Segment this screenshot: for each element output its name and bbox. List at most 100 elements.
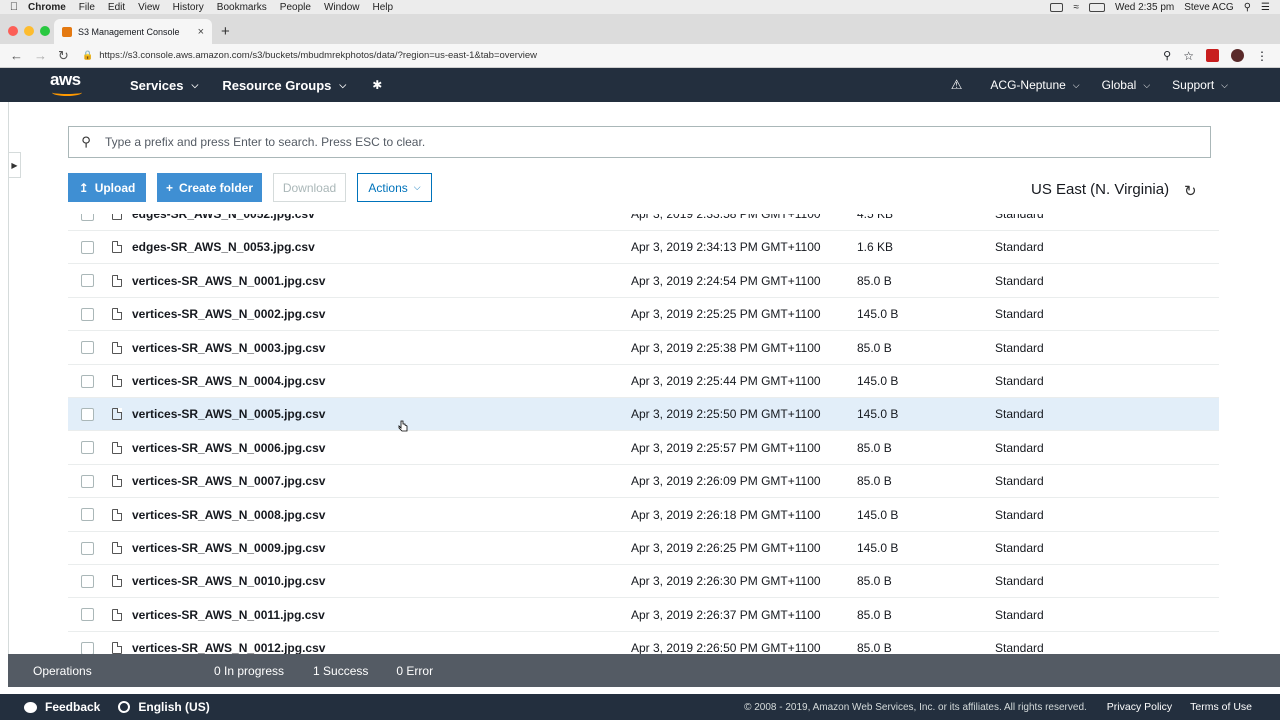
- refresh-icon[interactable]: ↻: [1184, 182, 1197, 200]
- prefix-search-input[interactable]: [103, 135, 1210, 149]
- terms-of-use-link[interactable]: Terms of Use: [1190, 701, 1252, 713]
- table-row[interactable]: vertices-SR_AWS_N_0009.jpg.csv Apr 3, 201…: [68, 532, 1219, 565]
- row-checkbox[interactable]: [81, 274, 94, 288]
- close-tab-icon[interactable]: ×: [198, 26, 204, 38]
- extension-icon[interactable]: [1206, 49, 1219, 62]
- file-name-link[interactable]: vertices-SR_AWS_N_0010.jpg.csv: [132, 574, 325, 588]
- file-name-link[interactable]: vertices-SR_AWS_N_0009.jpg.csv: [132, 541, 325, 555]
- table-row[interactable]: vertices-SR_AWS_N_0004.jpg.csv Apr 3, 201…: [68, 365, 1219, 398]
- operations-label[interactable]: Operations: [33, 664, 214, 678]
- new-tab-icon[interactable]: +: [221, 23, 230, 40]
- file-name-link[interactable]: vertices-SR_AWS_N_0008.jpg.csv: [132, 508, 325, 522]
- row-checkbox[interactable]: [81, 608, 94, 622]
- menubar-user[interactable]: Steve ACG: [1184, 2, 1233, 13]
- file-name-link[interactable]: edges-SR_AWS_N_0052.jpg.csv: [132, 214, 315, 221]
- notification-center-icon[interactable]: ☰: [1261, 2, 1270, 13]
- table-row[interactable]: vertices-SR_AWS_N_0005.jpg.csv Apr 3, 201…: [68, 398, 1219, 432]
- menu-view[interactable]: View: [138, 2, 160, 13]
- forward-arrow-icon[interactable]: →: [34, 48, 48, 63]
- wifi-icon[interactable]: ≈: [1073, 2, 1079, 13]
- file-name-link[interactable]: vertices-SR_AWS_N_0004.jpg.csv: [132, 374, 325, 388]
- row-checkbox[interactable]: [81, 474, 94, 488]
- zoom-window-icon[interactable]: [40, 26, 50, 36]
- row-checkbox[interactable]: [81, 341, 94, 355]
- browser-tab[interactable]: S3 Management Console ×: [54, 19, 212, 44]
- file-name-link[interactable]: vertices-SR_AWS_N_0007.jpg.csv: [132, 474, 325, 488]
- chevron-down-icon: ⌵: [1143, 79, 1151, 90]
- region-menu[interactable]: Global ⌵: [1102, 78, 1151, 92]
- pin-icon[interactable]: ✱: [372, 78, 382, 92]
- row-checkbox[interactable]: [81, 307, 94, 321]
- battery-icon[interactable]: [1088, 2, 1105, 12]
- expand-drawer-icon[interactable]: ▶: [9, 152, 21, 178]
- file-name-link[interactable]: vertices-SR_AWS_N_0012.jpg.csv: [132, 641, 325, 654]
- aws-logo[interactable]: aws: [50, 71, 86, 99]
- account-menu[interactable]: ACG-Neptune ⌵: [990, 78, 1079, 92]
- table-row[interactable]: edges-SR_AWS_N_0053.jpg.csv Apr 3, 2019 2…: [68, 231, 1219, 265]
- menu-file[interactable]: File: [79, 2, 95, 13]
- file-name-link[interactable]: vertices-SR_AWS_N_0005.jpg.csv: [132, 407, 325, 421]
- operations-error[interactable]: 0 Error: [396, 664, 433, 678]
- table-row[interactable]: vertices-SR_AWS_N_0001.jpg.csv Apr 3, 201…: [68, 265, 1219, 298]
- bell-icon[interactable]: ⚠: [951, 77, 963, 93]
- apple-menu-icon[interactable]: : [0, 1, 28, 13]
- table-row[interactable]: vertices-SR_AWS_N_0007.jpg.csv Apr 3, 201…: [68, 465, 1219, 499]
- menu-edit[interactable]: Edit: [108, 2, 125, 13]
- table-row[interactable]: edges-SR_AWS_N_0052.jpg.csv Apr 3, 2019 2…: [68, 214, 1219, 231]
- menu-app-name[interactable]: Chrome: [28, 2, 66, 13]
- table-row[interactable]: vertices-SR_AWS_N_0011.jpg.csv Apr 3, 201…: [68, 599, 1219, 632]
- menu-window[interactable]: Window: [324, 2, 360, 13]
- row-checkbox[interactable]: [81, 407, 94, 421]
- bookmark-star-icon[interactable]: ☆: [1183, 49, 1194, 63]
- close-window-icon[interactable]: [8, 26, 18, 36]
- screen-icon[interactable]: [1050, 2, 1064, 12]
- file-name-link[interactable]: edges-SR_AWS_N_0053.jpg.csv: [132, 240, 315, 254]
- minimize-window-icon[interactable]: [24, 26, 34, 36]
- profile-avatar[interactable]: [1231, 49, 1244, 62]
- back-arrow-icon[interactable]: ←: [10, 48, 24, 63]
- reload-icon[interactable]: ↻: [58, 48, 72, 64]
- file-name-link[interactable]: vertices-SR_AWS_N_0011.jpg.csv: [132, 608, 325, 622]
- resource-groups-menu[interactable]: Resource Groups ⌵: [222, 78, 346, 93]
- file-name-link[interactable]: vertices-SR_AWS_N_0006.jpg.csv: [132, 441, 325, 455]
- menu-people[interactable]: People: [280, 2, 311, 13]
- lock-icon[interactable]: 🔒: [82, 50, 93, 61]
- support-menu[interactable]: Support ⌵: [1172, 78, 1228, 92]
- operations-success[interactable]: 1 Success: [313, 664, 368, 678]
- file-name-link[interactable]: vertices-SR_AWS_N_0002.jpg.csv: [132, 307, 325, 321]
- row-checkbox[interactable]: [81, 214, 94, 221]
- download-button[interactable]: Download: [273, 173, 346, 202]
- table-row[interactable]: vertices-SR_AWS_N_0010.jpg.csv Apr 3, 201…: [68, 565, 1219, 599]
- create-folder-button[interactable]: + Create folder: [157, 173, 262, 202]
- services-menu[interactable]: Services ⌵: [130, 78, 198, 93]
- row-checkbox[interactable]: [81, 541, 94, 555]
- actions-dropdown[interactable]: Actions ⌵: [357, 173, 432, 202]
- privacy-policy-link[interactable]: Privacy Policy: [1107, 701, 1172, 713]
- address-bar-url[interactable]: https://s3.console.aws.amazon.com/s3/buc…: [99, 50, 537, 61]
- menubar-clock[interactable]: Wed 2:35 pm: [1115, 2, 1174, 13]
- chrome-menu-icon[interactable]: ⋮: [1256, 49, 1268, 63]
- file-name-link[interactable]: vertices-SR_AWS_N_0003.jpg.csv: [132, 341, 325, 355]
- menu-bookmarks[interactable]: Bookmarks: [217, 2, 267, 13]
- row-checkbox[interactable]: [81, 508, 94, 522]
- language-selector[interactable]: English (US): [118, 700, 210, 714]
- operations-bar[interactable]: Operations 0 In progress 1 Success 0 Err…: [8, 654, 1280, 687]
- feedback-link[interactable]: Feedback: [24, 700, 100, 714]
- table-row[interactable]: vertices-SR_AWS_N_0002.jpg.csv Apr 3, 201…: [68, 298, 1219, 332]
- zoom-magnifier-icon[interactable]: ⚲: [1163, 49, 1171, 62]
- spotlight-search-icon[interactable]: ⚲: [1244, 2, 1251, 13]
- row-checkbox[interactable]: [81, 240, 94, 254]
- row-checkbox[interactable]: [81, 441, 94, 455]
- table-row[interactable]: vertices-SR_AWS_N_0008.jpg.csv Apr 3, 201…: [68, 499, 1219, 532]
- table-row[interactable]: vertices-SR_AWS_N_0012.jpg.csv Apr 3, 201…: [68, 632, 1219, 654]
- table-row[interactable]: vertices-SR_AWS_N_0006.jpg.csv Apr 3, 201…: [68, 432, 1219, 465]
- upload-button[interactable]: ↥ Upload: [68, 173, 146, 202]
- row-checkbox[interactable]: [81, 574, 94, 588]
- table-row[interactable]: vertices-SR_AWS_N_0003.jpg.csv Apr 3, 201…: [68, 332, 1219, 365]
- row-checkbox[interactable]: [81, 641, 94, 654]
- menu-history[interactable]: History: [173, 2, 204, 13]
- operations-in-progress[interactable]: 0 In progress: [214, 664, 284, 678]
- menu-help[interactable]: Help: [373, 2, 394, 13]
- file-name-link[interactable]: vertices-SR_AWS_N_0001.jpg.csv: [132, 274, 325, 288]
- row-checkbox[interactable]: [81, 374, 94, 388]
